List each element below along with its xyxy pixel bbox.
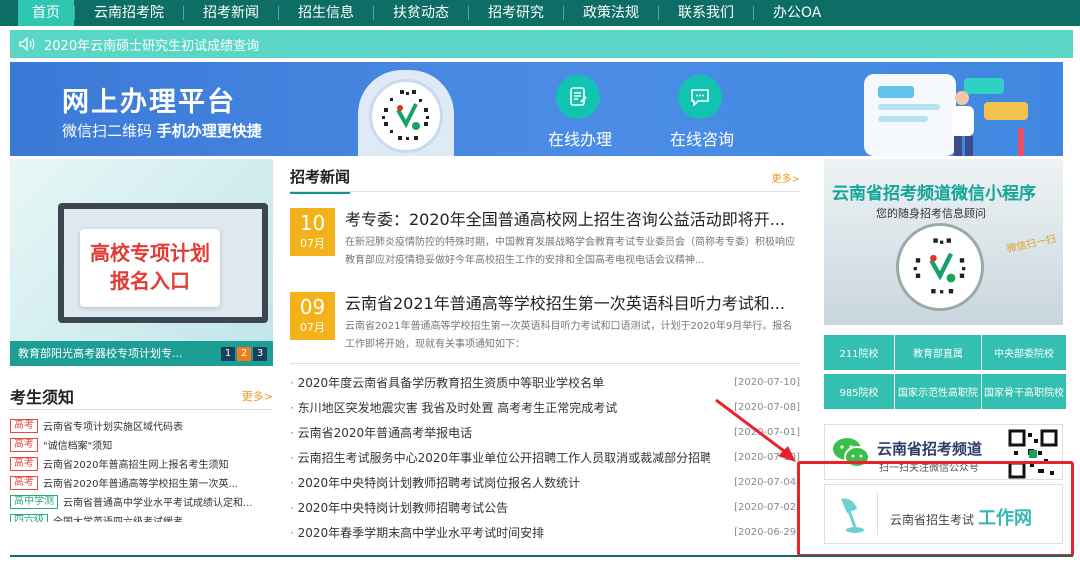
date-month: 07月 (300, 321, 325, 334)
category-tag: 高中学测 (10, 494, 58, 509)
qr-code-icon (369, 79, 443, 153)
list-item-text[interactable]: 全国大学英语四六级考试缓考... (53, 513, 193, 522)
nav-item-research[interactable]: 招考研究 (469, 0, 563, 26)
news-header: 招考新闻 更多> (290, 160, 800, 194)
list-item-text[interactable]: 云南省2020年普高招生网上报名考生须知 (43, 456, 228, 471)
news-row-date: [2020-07-04] (734, 477, 800, 488)
online-platform-banner[interactable]: 网上办理平台 微信扫二维码 手机办理更快捷 在线办理 在线咨询 (10, 62, 1063, 156)
exam-notice-header: 考生须知 更多> (10, 380, 273, 410)
slider-board: 高校专项计划 报名入口 (80, 229, 220, 307)
nav-item-home[interactable]: 首页 (18, 0, 74, 26)
nav-item-oa[interactable]: 办公OA (754, 0, 840, 26)
speaker-icon (10, 37, 44, 51)
wechat-account-title: 云南省招考频道 (877, 440, 983, 458)
nav-item-contact[interactable]: 联系我们 (659, 0, 753, 26)
list-item[interactable]: 高考 云南省2020年普通高等学校招生第一次英... (10, 473, 273, 492)
online-consult-label[interactable]: 在线咨询 (670, 126, 734, 150)
top-nav: 首页 云南招考院 招考新闻 招生信息 扶贫动态 招考研究 政策法规 联系我们 办… (0, 0, 1080, 26)
banner-title: 网上办理平台 (62, 87, 236, 118)
news-row-title[interactable]: 东川地区突发地震灾害 我省及时处置 高考考生正常完成考试 (290, 399, 710, 416)
school-button-ministry[interactable]: 中央部委院校 (982, 335, 1066, 370)
nav-item-poverty[interactable]: 扶贫动态 (374, 0, 468, 26)
mini-program-subtitle: 您的随身招考信息顾问 (876, 207, 986, 220)
online-handle-icon[interactable] (556, 75, 600, 119)
online-consult-icon[interactable] (678, 75, 722, 119)
school-button-211[interactable]: 211院校 (824, 335, 894, 370)
news-row-date: [2020-07-02] (734, 502, 800, 513)
annotation-arrow-icon (715, 398, 796, 462)
nav-item-policy[interactable]: 政策法规 (564, 0, 658, 26)
school-button-moe[interactable]: 教育部直属 (895, 335, 981, 370)
featured-news-title[interactable]: 云南省2021年普通高等学校招生第一次英语科目听力考试和... (345, 290, 785, 314)
category-tag: 高考 (10, 475, 38, 490)
slider-page-2[interactable]: 2 (237, 347, 251, 361)
news-row-title[interactable]: 2020年度云南省具备学历教育招生资质中等职业学校名单 (290, 374, 710, 391)
featured-news-summary: 云南省2021年普通高等学校招生第一次英语科目听力考试和口语测试，计划于2020… (345, 321, 793, 350)
news-row-title[interactable]: 云南省2020年普通高考举报电话 (290, 424, 710, 441)
news-row-date: [2020-06-29] (734, 527, 800, 538)
list-item-text[interactable]: 云南省2020年普通高等学校招生第一次英... (43, 475, 238, 490)
school-button-985[interactable]: 985院校 (824, 374, 894, 409)
exam-notice-title: 考生须知 (10, 388, 75, 407)
featured-news-summary: 在新冠肺炎疫情防控的特殊时期，中国教育发展战略学会教育考试专业委员会（简称考专委… (345, 237, 795, 266)
exam-notice-list: 高考 云南省专项计划实施区域代码表 高考 "诚信档案"须知 高考 云南省2020年普高… (10, 416, 273, 522)
news-row-title[interactable]: 2020年春季学期末高中学业水平考试时间安排 (290, 524, 710, 541)
slider-page-1[interactable]: 1 (221, 347, 235, 361)
date-month: 07月 (300, 237, 325, 250)
phone-illustration-icon (864, 74, 1028, 156)
date-day: 10 (299, 211, 326, 235)
news-row[interactable]: 2020年中央特岗计划教师招聘考试公告 [2020-07-02] (290, 495, 800, 520)
online-handle-label[interactable]: 在线办理 (548, 126, 612, 150)
nav-item-news[interactable]: 招考新闻 (184, 0, 278, 26)
list-item[interactable]: 四六级全国大学英语四六级考试缓考... (10, 511, 273, 522)
mini-program-card[interactable]: 云南省招考频道微信小程序 您的随身招考信息顾问 微信扫一扫 (824, 159, 1063, 325)
exam-notice-more-link[interactable]: 更多> (242, 388, 273, 404)
slider-page-3[interactable]: 3 (253, 347, 267, 361)
list-item[interactable]: 高中学测 云南省普通高中学业水平考试成绩认定和... (10, 492, 273, 511)
news-row-title[interactable]: 2020年中央特岗计划教师招聘考试公告 (290, 499, 710, 516)
notice-link[interactable]: 2020年云南硕士研究生初试成绩查询 (44, 35, 259, 54)
bottom-divider (10, 555, 1073, 557)
list-item-text[interactable]: 云南省普通高中学业水平考试成绩认定和... (63, 494, 253, 509)
nav-item-institute[interactable]: 云南招考院 (75, 0, 183, 26)
category-tag: 高考 (10, 418, 38, 433)
category-tag: 高考 (10, 437, 38, 452)
slider-pager: 1 2 3 (221, 347, 267, 361)
news-more-link[interactable]: 更多> (772, 170, 800, 185)
news-row-date: [2020-07-10] (734, 377, 800, 388)
news-row[interactable]: 2020年中央特岗计划教师招聘考试岗位报名人数统计 [2020-07-04] (290, 470, 800, 495)
date-badge: 09 07月 (290, 292, 335, 340)
banner-subtitle: 微信扫二维码 手机办理更快捷 (62, 122, 262, 140)
news-row-title[interactable]: 云南招生考试服务中心2020年事业单位公开招聘工作人员取消或裁减部分招聘... (290, 449, 710, 466)
special-plan-slider[interactable]: 高校专项计划 报名入口 教育部阳光高考器校专项计划专... 1 2 3 (10, 159, 273, 366)
featured-news-title[interactable]: 考专委：2020年全国普通高校网上招生咨询公益活动即将开... (345, 206, 785, 230)
annotation-highlight-box (797, 461, 1074, 557)
board-line-1: 高校专项计划 (90, 241, 210, 265)
school-button-backbone-vocational[interactable]: 国家骨干高职院校 (982, 374, 1066, 409)
list-item[interactable]: 高考 云南省2020年普高招生网上报名考生须知 (10, 454, 273, 473)
banner-qr-frame (358, 70, 454, 156)
nav-item-admissions[interactable]: 招生信息 (279, 0, 373, 26)
category-tag: 四六级 (10, 513, 48, 522)
list-item-text[interactable]: "诚信档案"须知 (43, 437, 112, 452)
list-item-text[interactable]: 云南省专项计划实施区域代码表 (43, 418, 183, 433)
news-row[interactable]: 2020年春季学期末高中学业水平考试时间安排 [2020-06-29] (290, 520, 800, 545)
category-tag: 高考 (10, 456, 38, 471)
mini-program-title: 云南省招考频道微信小程序 (832, 184, 1036, 204)
list-item[interactable]: 高考 云南省专项计划实施区域代码表 (10, 416, 273, 435)
list-item[interactable]: 高考 "诚信档案"须知 (10, 435, 273, 454)
news-row-title[interactable]: 2020年中央特岗计划教师招聘考试岗位报名人数统计 (290, 474, 710, 491)
news-title: 招考新闻 (290, 166, 351, 194)
date-day: 09 (299, 295, 326, 319)
school-button-demo-vocational[interactable]: 国家示范性高职院 (895, 374, 981, 409)
board-line-2: 报名入口 (110, 269, 190, 293)
mini-program-qr-icon (896, 223, 984, 311)
school-type-grid: 211院校 教育部直属 中央部委院校 985院校 国家示范性高职院 国家骨干高职… (824, 335, 1066, 409)
date-badge: 10 07月 (290, 208, 335, 256)
news-row[interactable]: 2020年度云南省具备学历教育招生资质中等职业学校名单 [2020-07-10] (290, 370, 800, 395)
notice-bar: 2020年云南硕士研究生初试成绩查询 (10, 30, 1073, 58)
scan-hint: 微信扫一扫 (1005, 233, 1058, 256)
